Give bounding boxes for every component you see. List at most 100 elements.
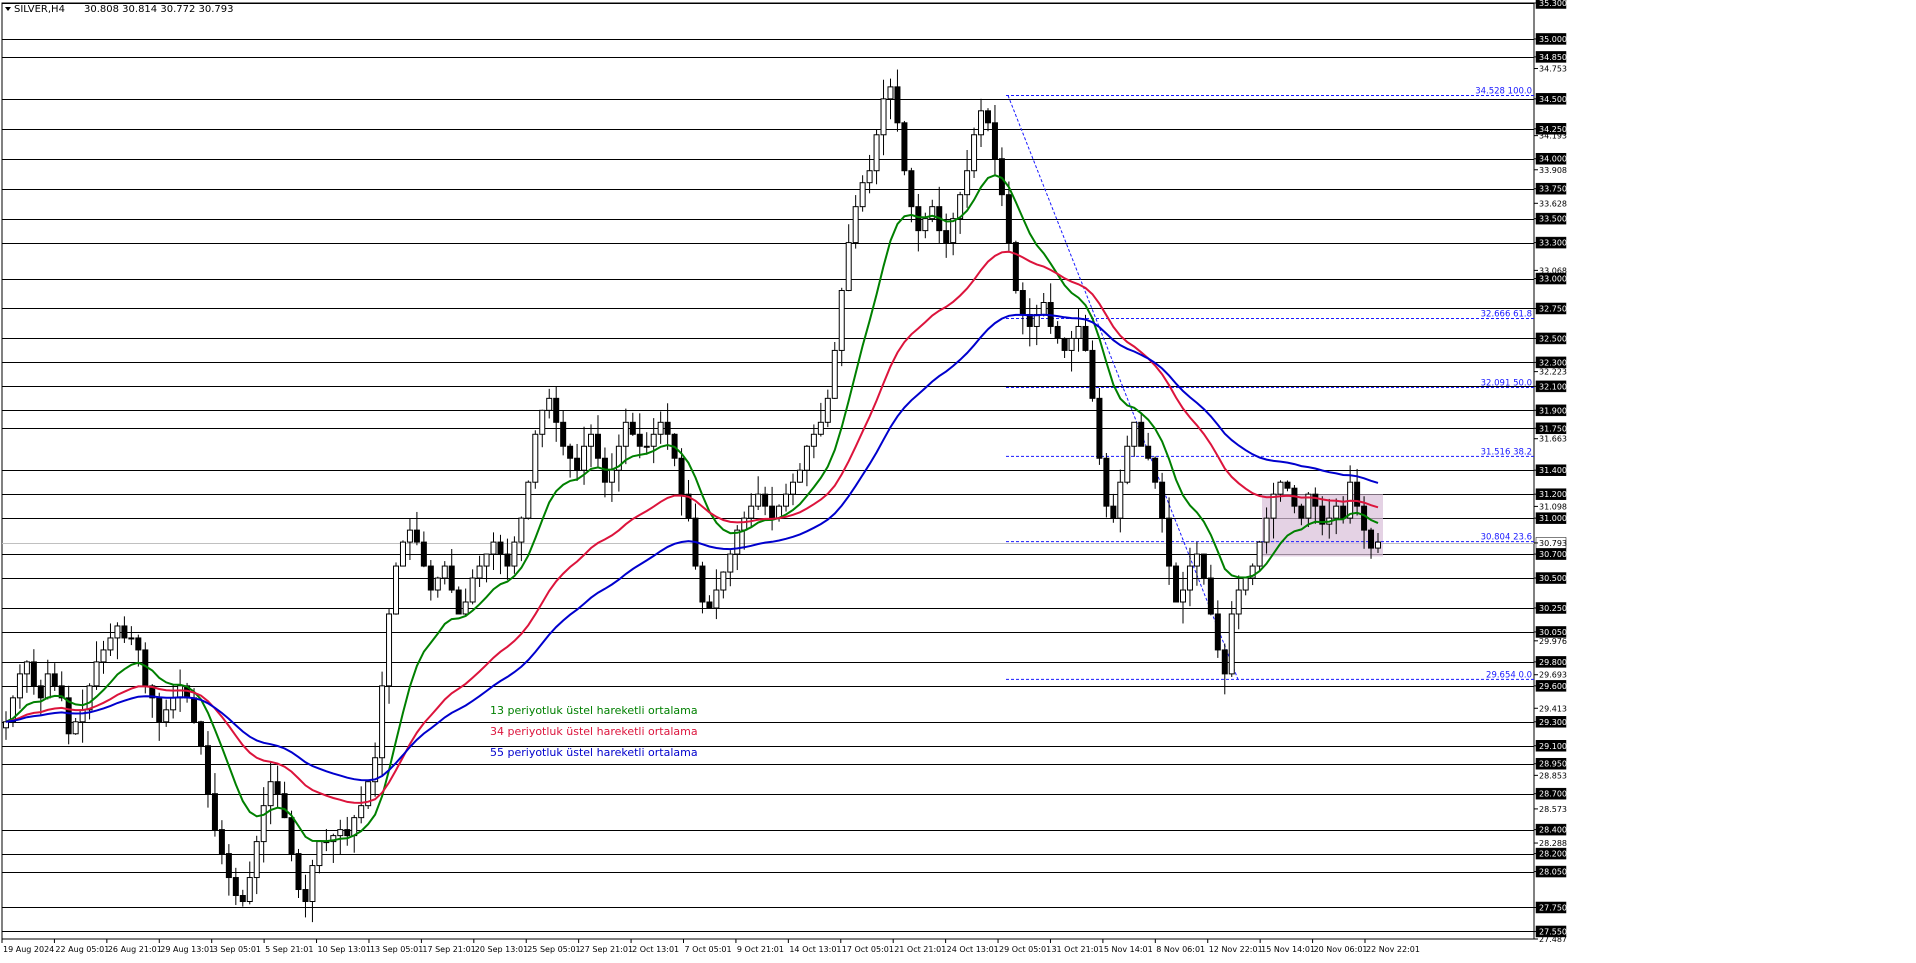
candle-body: [901, 122, 908, 172]
price-label: 28.200: [1539, 850, 1567, 859]
candle-body: [922, 218, 929, 232]
price-axis[interactable]: 35.30035.00034.85034.75334.50034.25034.1…: [1534, 0, 1567, 944]
time-label: 5 Sep 21:01: [265, 945, 313, 954]
time-label: 24 Oct 13:01: [947, 945, 999, 954]
price-label: 30.500: [1539, 574, 1567, 583]
candle-body: [1179, 589, 1186, 603]
candle-body: [720, 571, 727, 591]
candle-body: [657, 421, 664, 435]
candle-body: [30, 661, 37, 687]
candle-body: [1075, 325, 1082, 339]
candle-body: [1361, 505, 1368, 531]
candle-body: [727, 553, 734, 573]
price-label: 31.400: [1539, 466, 1567, 475]
candle-body: [3, 721, 9, 729]
candle-body: [1368, 529, 1375, 549]
candle-body: [622, 421, 629, 447]
candle-body: [755, 493, 762, 507]
candle-body: [309, 865, 316, 903]
candle-body: [894, 86, 901, 124]
price-label: 33.750: [1539, 185, 1567, 194]
candle-body: [810, 433, 817, 447]
candle-body: [824, 397, 831, 423]
candle-body: [232, 877, 239, 897]
candle-body: [504, 553, 511, 567]
time-label: 8 Nov 06:01: [1156, 945, 1205, 954]
candle-body: [1019, 290, 1026, 315]
candle-body: [1103, 457, 1110, 507]
time-axis[interactable]: 19 Aug 2024 22 Aug 05:0126 Aug 21:0129 Au…: [1, 939, 1420, 954]
price-label: 29.100: [1539, 742, 1567, 751]
candle-body: [483, 553, 490, 567]
candle-body: [469, 577, 476, 603]
candle-body: [991, 122, 998, 160]
price-chart[interactable]: 34.528 100.0 32.666 61.8 32.091 50.0 31.516…: [0, 0, 1916, 963]
price-label: 35.000: [1539, 35, 1567, 44]
candle-body: [1354, 481, 1361, 507]
candle-body: [553, 397, 560, 423]
time-label: 29 Aug 13:01: [160, 945, 214, 954]
price-label: 28.853: [1539, 771, 1567, 780]
candle-body: [1375, 541, 1381, 549]
candle-body: [1228, 613, 1235, 675]
candle-body: [608, 469, 615, 483]
candle-body: [650, 433, 657, 447]
time-label: 22 Nov 22:01: [1366, 945, 1420, 954]
price-label: 32.300: [1539, 358, 1567, 367]
candle-body: [1054, 325, 1061, 339]
price-label: 29.600: [1539, 682, 1567, 691]
price-label: 28.288: [1539, 839, 1567, 848]
candle-body: [1173, 565, 1180, 603]
candle-body: [476, 565, 483, 579]
candle-body: [267, 781, 274, 807]
candle-body: [769, 505, 776, 519]
candle-body: [713, 589, 720, 609]
candle-body: [218, 829, 225, 855]
candle-body: [260, 805, 267, 843]
candle-body: [490, 541, 497, 555]
candle-body: [796, 469, 803, 483]
time-label: 22 Aug 05:01: [55, 945, 109, 954]
time-label: 15 Nov 14:01: [1261, 945, 1315, 954]
candle-body: [803, 445, 810, 471]
price-label: 28.400: [1539, 826, 1567, 835]
time-label: 12 Nov 22:01: [1209, 945, 1263, 954]
price-label: 27.487: [1539, 935, 1567, 944]
price-label: 33.300: [1539, 239, 1567, 248]
candle-body: [198, 721, 205, 747]
price-label: 31.098: [1539, 502, 1567, 511]
price-label: 32.750: [1539, 304, 1567, 313]
time-label: 17 Oct 05:01: [842, 945, 894, 954]
candle-body: [1166, 517, 1173, 567]
legend-ema13: 13 periyotluk üstel hareketli ortalama: [490, 704, 698, 717]
candle-body: [1131, 421, 1138, 447]
candle-body: [1089, 349, 1096, 399]
candle-body: [817, 421, 824, 435]
time-label: 10 Sep 13:01: [318, 945, 371, 954]
price-label: 29.693: [1539, 671, 1567, 680]
candle-body: [1110, 505, 1117, 519]
candle-body: [302, 889, 309, 903]
candle-body: [316, 841, 323, 867]
candle-body: [1333, 505, 1340, 519]
price-label: 29.413: [1539, 704, 1567, 713]
candle-body: [880, 98, 887, 136]
price-label: 33.628: [1539, 199, 1567, 208]
candle-body: [1186, 565, 1193, 591]
time-label: 19 Aug 2024: [3, 945, 54, 954]
candle-body: [295, 853, 302, 891]
time-label: 17 Sep 21:01: [422, 945, 475, 954]
candle-body: [114, 625, 121, 639]
candle-body: [204, 745, 211, 795]
candle-body: [1277, 481, 1284, 495]
candle-body: [225, 853, 232, 879]
candle-body: [393, 565, 400, 615]
candle-body: [455, 589, 462, 615]
candle-body: [560, 421, 567, 447]
candle-body: [211, 793, 218, 831]
candle-body: [121, 625, 128, 639]
candle-body: [943, 230, 950, 244]
time-label: 2 Oct 13:01: [632, 945, 679, 954]
candle-body: [539, 409, 546, 435]
candle-body: [1152, 457, 1159, 483]
